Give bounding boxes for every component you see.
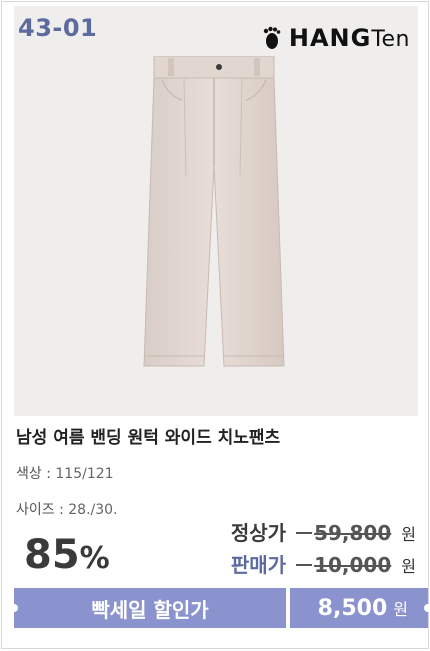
- sale-price-label: 판매가: [230, 553, 287, 577]
- flash-sale-price-box[interactable]: 8,500 원: [290, 588, 430, 628]
- size-label: 사이즈 :: [16, 502, 64, 518]
- brand-logo: HANGTen: [261, 24, 410, 52]
- product-photo[interactable]: 43-01 HANGTen: [14, 6, 418, 416]
- sale-price-currency: 원: [401, 557, 416, 576]
- product-code-badge: 43-01: [18, 14, 98, 42]
- color-label: 색상 :: [16, 466, 51, 482]
- chino-pants-image: [143, 56, 285, 367]
- regular-price-value: 59,800: [314, 521, 392, 545]
- discount-rate: 85%: [24, 532, 110, 578]
- flash-sale-label: 빡세일 할인가: [91, 597, 209, 622]
- regular-price-row: 정상가 59,800 원: [231, 517, 416, 546]
- flash-sale-price: 8,500: [317, 595, 388, 621]
- regular-price-label: 정상가: [230, 521, 287, 545]
- brand-name: HANGTen: [288, 24, 410, 52]
- product-title[interactable]: 남성 여름 밴딩 원턱 와이드 치노팬츠: [16, 423, 280, 448]
- flash-sale-currency: 원: [393, 600, 408, 619]
- product-size: 사이즈 : 28./30.: [16, 499, 118, 519]
- ticket-notch-right: [424, 604, 430, 612]
- sale-price-value: 10,000: [314, 553, 392, 577]
- product-color: 색상 : 115/121: [16, 463, 114, 483]
- size-value: 28./30.: [68, 502, 118, 518]
- footprint-icon: [263, 26, 281, 49]
- regular-price-currency: 원: [401, 525, 416, 544]
- color-value: 115/121: [55, 466, 114, 482]
- flash-sale-bar[interactable]: 빡세일 할인가 8,500 원: [10, 588, 430, 628]
- product-card[interactable]: 43-01 HANGTen 남성 여름 밴딩 원턱 와이드 치노팬츠 색상: …: [1, 1, 430, 649]
- sale-price-row: 판매가 10,000 원: [231, 549, 416, 578]
- ticket-notch-left: [10, 604, 18, 612]
- flash-sale-label-box[interactable]: 빡세일 할인가: [10, 588, 286, 628]
